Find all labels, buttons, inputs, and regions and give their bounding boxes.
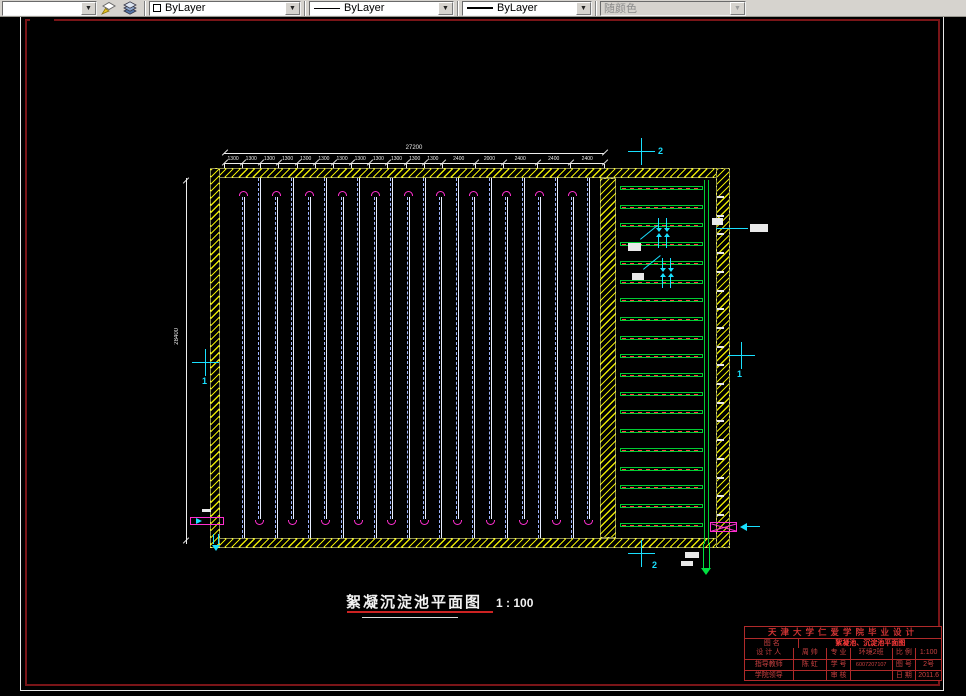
flow-arrow-head-icon <box>656 228 662 232</box>
title-block-header: 天津大学仁爱学院毕业设计 <box>767 627 918 637</box>
title-block-row: 学院领导 审 核 日 期 2011.6 <box>745 670 941 681</box>
title-block-cell: 环境2班 <box>849 648 892 659</box>
title-block-cell: 日 期 <box>891 671 916 681</box>
flow-arrow-head-icon <box>660 268 666 272</box>
linetype-combo[interactable]: ByLayer ▼ <box>309 0 454 16</box>
flow-arrow-head-icon <box>660 273 666 277</box>
lineweight-sample-icon <box>467 7 493 9</box>
flow-arrow-icon <box>662 277 663 288</box>
caption-underline-red <box>347 611 493 613</box>
flow-arrow-head-icon <box>664 228 670 232</box>
title-block-row: 指导教师 陈 虹学 号 6007207107 图 号 2号 <box>745 659 941 670</box>
flow-arrow-icon <box>670 277 671 288</box>
lineweight-combo-value: ByLayer <box>497 2 538 14</box>
drawing-name-label: 图 名 <box>763 640 780 647</box>
linetype-sample-icon <box>314 7 340 9</box>
title-block-cell: 2011.6 <box>915 671 941 681</box>
toolbar-separator <box>144 0 146 16</box>
linetype-combo-value: ByLayer <box>344 2 385 14</box>
make-objects-layer-current-button[interactable] <box>97 1 119 16</box>
caption-underline-white <box>362 617 458 618</box>
chevron-down-icon[interactable]: ▼ <box>285 1 300 15</box>
plotstyle-combo-value: 随颜色 <box>604 3 637 15</box>
title-block-cell: 周 帅 <box>792 648 827 659</box>
chevron-down-icon[interactable]: ▼ <box>81 1 96 15</box>
title-block-cell: 学院领导 <box>754 672 783 679</box>
title-block-cell: 1:100 <box>915 648 941 659</box>
chevron-down-icon: ▼ <box>730 1 745 15</box>
caption-scale: 1 : 100 <box>496 596 534 610</box>
title-block-cell: 审 核 <box>826 671 850 681</box>
title-block-cell: 学 号 <box>826 660 850 670</box>
title-block-cell: 指导教师 <box>754 661 783 668</box>
chevron-down-icon[interactable]: ▼ <box>576 1 591 15</box>
flow-arrow-icon <box>658 237 659 248</box>
flow-arrow-head-icon <box>656 233 662 237</box>
title-block-cell: 6007207107 <box>849 660 892 670</box>
toolbar-separator <box>595 0 597 16</box>
title-block-row: 设 计 人 周 帅专 业环境2班比 例 1:100 <box>745 648 941 659</box>
title-block-cell: 设 计 人 <box>756 649 782 656</box>
flow-arrow-icon <box>666 237 667 248</box>
caption-title: 絮凝沉淀池平面图 <box>346 594 483 611</box>
lineweight-combo[interactable]: ByLayer ▼ <box>462 0 592 16</box>
flow-arrow-head-icon <box>668 268 674 272</box>
make-objects-layer-current-icon <box>100 1 116 15</box>
layer-states-button[interactable] <box>119 1 141 16</box>
toolbar-separator <box>304 0 306 16</box>
drawing-caption: 絮凝沉淀池平面图 1 : 100 <box>346 591 533 612</box>
color-combo[interactable]: ByLayer ▼ <box>149 0 301 16</box>
title-block-cell <box>849 671 892 681</box>
plotstyle-combo: 随颜色 ▼ <box>600 0 746 16</box>
drawing-name-value: 絮凝池、沉淀池平面图 <box>798 639 941 648</box>
color-swatch-icon <box>153 4 161 12</box>
title-block-cell: 图 号 <box>891 660 916 670</box>
flow-arrow-head-icon <box>664 233 670 237</box>
title-block-rows: 设 计 人 周 帅专 业环境2班比 例 1:100 指导教师 陈 虹学 号 6007207… <box>745 648 941 681</box>
properties-toolbar: ▼ ByLayer ▼ ByLayer ▼ ByLayer ▼ 随颜色 ▼ <box>0 0 966 17</box>
title-block-cell: 专 业 <box>826 648 850 659</box>
title-block-cell <box>792 671 827 681</box>
title-block-cell: 陈 虹 <box>792 660 827 670</box>
title-block-cell: 2号 <box>915 660 941 670</box>
flow-arrow-head-icon <box>668 273 674 277</box>
color-combo-value: ByLayer <box>165 2 206 14</box>
layer-combo[interactable]: ▼ <box>2 0 97 16</box>
toolbar-separator <box>457 0 459 16</box>
title-block-cell: 比 例 <box>891 648 916 659</box>
layer-states-icon <box>123 1 137 15</box>
drawing-canvas[interactable]: 27200 1300 1300 1300 1300 1300 1300 1300 1300 130… <box>0 0 966 696</box>
title-block: 天津大学仁爱学院毕业设计 图 名 絮凝池、沉淀池平面图 设 计 人 周 帅专 业环… <box>744 626 942 681</box>
chevron-down-icon[interactable]: ▼ <box>438 1 453 15</box>
